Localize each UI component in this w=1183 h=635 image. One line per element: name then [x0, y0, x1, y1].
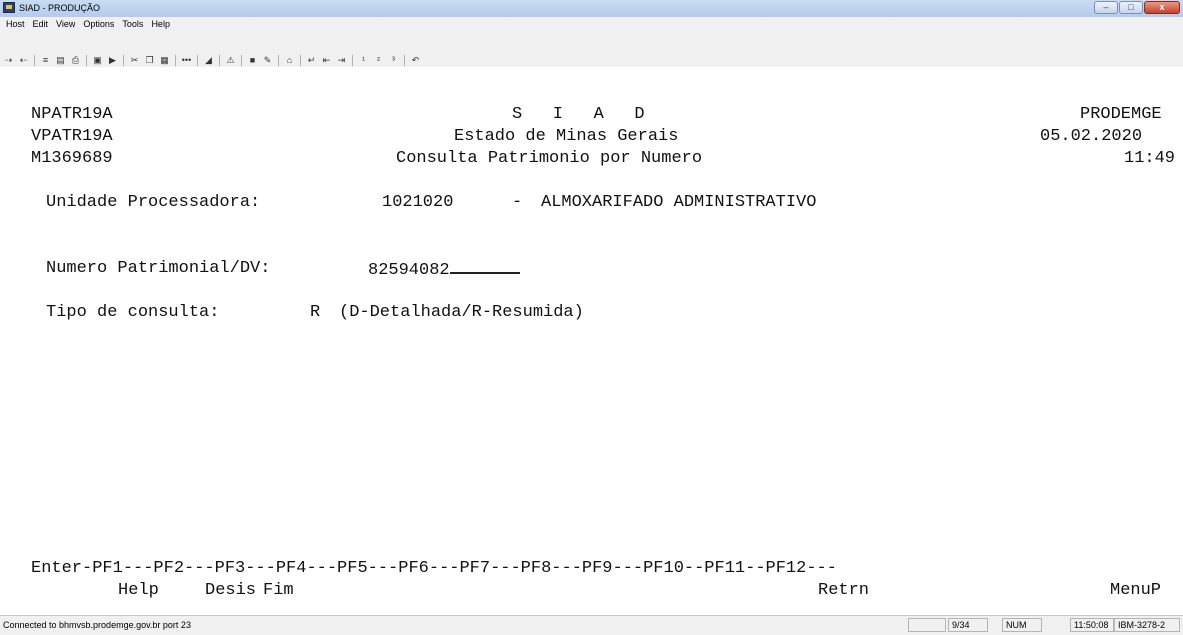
print-icon[interactable]: ⎙: [69, 55, 82, 66]
unidade-separator: -: [512, 193, 523, 212]
screen-title: Consulta Patrimonio por Numero: [396, 149, 703, 168]
minimize-button[interactable]: –: [1094, 1, 1118, 14]
toolbar-separator: [278, 54, 279, 66]
pf1-help[interactable]: Help: [118, 580, 159, 602]
numero-patrimonial-value[interactable]: 82594082: [368, 261, 450, 280]
pa1-icon[interactable]: ¹: [357, 55, 370, 66]
home-icon[interactable]: ⌂: [283, 55, 296, 66]
toolbar-separator: [86, 54, 87, 66]
enter-icon[interactable]: ↵: [305, 55, 318, 66]
toolbar-separator: [34, 54, 35, 66]
paste-icon[interactable]: ▦: [158, 55, 171, 66]
graph-icon[interactable]: ◢: [202, 55, 215, 66]
user-id: M1369689: [31, 149, 113, 168]
numero-patrimonial-field[interactable]: 82594082: [368, 258, 520, 282]
tipo-consulta-field[interactable]: R: [310, 302, 320, 324]
macro-run-icon[interactable]: ▶: [106, 55, 119, 66]
right-tab-icon[interactable]: ⇥: [335, 55, 348, 66]
program-id: NPATR19A: [31, 105, 113, 124]
screen-icon[interactable]: ■: [246, 55, 259, 66]
pa3-icon[interactable]: ³: [387, 55, 400, 66]
app-icon[interactable]: [3, 2, 15, 13]
toolbar-separator: [197, 54, 198, 66]
connection-status: Connected to bhmvsb.prodemge.gov.br port…: [3, 620, 191, 630]
toolbar-separator: [219, 54, 220, 66]
numero-label: Numero Patrimonial/DV:: [46, 259, 271, 278]
terminal-model: IBM-3278-2: [1114, 618, 1180, 632]
menu-host[interactable]: Host: [6, 18, 25, 30]
undo-icon[interactable]: ↶: [409, 55, 422, 66]
terminal-screen[interactable]: NPATR19A S I A D PRODEMGE VPATR19A Estad…: [0, 67, 1183, 610]
left-tab-icon[interactable]: ⇤: [320, 55, 333, 66]
numero-dv-field[interactable]: [449, 258, 520, 274]
menu-bar: Host Edit View Options Tools Help: [0, 17, 1183, 31]
menu-options[interactable]: Options: [83, 18, 114, 30]
toolbar-separator: [404, 54, 405, 66]
receive-icon[interactable]: ⇠: [17, 55, 30, 66]
tipo-label: Tipo de consulta:: [46, 303, 220, 322]
system-name: S I A D: [512, 105, 645, 124]
toolbar-row: ⇢ ⇠ ≡ ▤ ⎙ ▣ ▶ ✂ ❐ ▦ ••• ◢ ⚠ ■ ✎ ⌂ ↵ ⇤ ⇥ …: [2, 54, 424, 66]
status-clock: 11:50:08: [1070, 618, 1114, 632]
cursor-position: 9/34: [948, 618, 988, 632]
tipo-hint: (D-Detalhada/R-Resumida): [339, 303, 584, 322]
copy-icon[interactable]: ❐: [143, 55, 156, 66]
toolbar-separator: [123, 54, 124, 66]
pf3-fim[interactable]: Fim: [263, 580, 294, 602]
unidade-code: 1021020: [382, 193, 454, 212]
screen-id: VPATR19A: [31, 127, 113, 146]
menu-tools[interactable]: Tools: [122, 18, 143, 30]
unidade-label: Unidade Processadora:: [46, 193, 261, 212]
company-name: PRODEMGE: [1080, 105, 1162, 124]
transfer-icon[interactable]: ≡: [39, 55, 52, 66]
dots-icon[interactable]: •••: [180, 55, 193, 66]
toolbar-separator: [241, 54, 242, 66]
time-value: 11:49: [1124, 149, 1176, 168]
window-controls: – □ x: [1093, 1, 1180, 15]
toolbar-separator: [352, 54, 353, 66]
pf12-menup[interactable]: MenuP: [1110, 580, 1161, 602]
status-bar: Connected to bhmvsb.prodemge.gov.br port…: [0, 615, 1183, 635]
pa2-icon[interactable]: ²: [372, 55, 385, 66]
menu-edit[interactable]: Edit: [33, 18, 49, 30]
pencil-icon[interactable]: ✎: [261, 55, 274, 66]
menu-view[interactable]: View: [56, 18, 75, 30]
cut-icon[interactable]: ✂: [128, 55, 141, 66]
unidade-name: ALMOXARIFADO ADMINISTRATIVO: [541, 193, 817, 212]
warning-icon[interactable]: ⚠: [224, 55, 237, 66]
copy-screen-icon[interactable]: ▤: [54, 55, 67, 66]
toolbar: ⇢ ⇠ ≡ ▤ ⎙ ▣ ▶ ✂ ❐ ▦ ••• ◢ ⚠ ■ ✎ ⌂ ↵ ⇤ ⇥ …: [0, 31, 1183, 68]
toolbar-separator: [300, 54, 301, 66]
pf-keys-line: Enter-PF1---PF2---PF3---PF4---PF5---PF6-…: [31, 559, 837, 578]
close-button[interactable]: x: [1144, 1, 1180, 14]
status-empty-cell: [908, 618, 946, 632]
state-name: Estado de Minas Gerais: [454, 127, 679, 146]
title-bar: SIAD - PRODUÇÃO – □ x: [0, 0, 1183, 18]
pf2-desis[interactable]: Desis: [205, 580, 256, 602]
toolbar-separator: [175, 54, 176, 66]
menu-help[interactable]: Help: [151, 18, 170, 30]
num-lock-indicator: NUM: [1002, 618, 1042, 632]
window-title: SIAD - PRODUÇÃO: [19, 3, 101, 13]
date-value: 05.02.2020: [1040, 127, 1143, 146]
maximize-button[interactable]: □: [1119, 1, 1143, 14]
send-icon[interactable]: ⇢: [2, 55, 15, 66]
macro-icon[interactable]: ▣: [91, 55, 104, 66]
pf9-retrn[interactable]: Retrn: [818, 580, 869, 602]
